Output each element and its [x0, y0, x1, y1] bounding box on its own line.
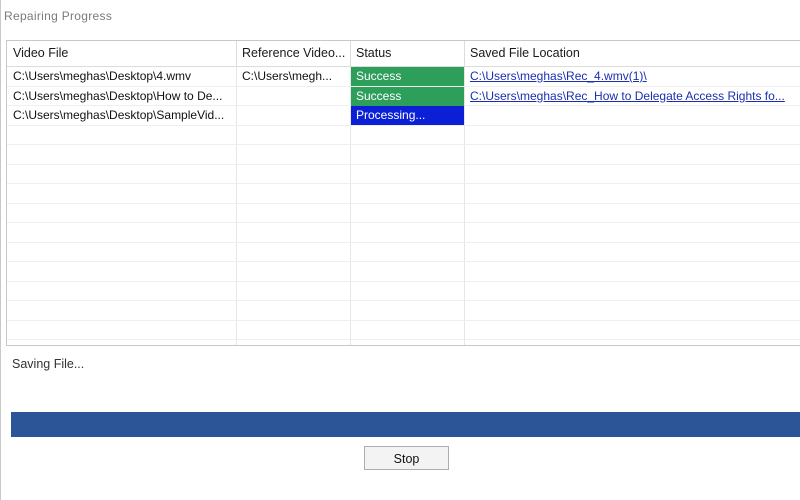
- table-body: C:\Users\meghas\Desktop\4.wmv C:\Users\me…: [7, 67, 800, 340]
- column-header-saved-location[interactable]: Saved File Location: [464, 41, 800, 66]
- progress-bar-fill: [11, 412, 800, 437]
- table-header: Video File Reference Video... Status Sav…: [7, 41, 800, 67]
- empty-table-row: [7, 321, 800, 340]
- progress-status-text: Saving File...: [12, 357, 85, 371]
- column-header-status[interactable]: Status: [350, 41, 464, 66]
- empty-table-row: [7, 301, 800, 321]
- cell-video-file: C:\Users\meghas\Desktop\How to De...: [13, 88, 223, 103]
- progress-bar: [11, 412, 800, 437]
- empty-table-row: [7, 243, 800, 262]
- table-row[interactable]: C:\Users\meghas\Desktop\4.wmv C:\Users\me…: [7, 67, 800, 87]
- column-header-reference-video[interactable]: Reference Video...: [236, 41, 350, 66]
- cell-video-file: C:\Users\meghas\Desktop\SampleVid...: [13, 108, 225, 122]
- column-header-video-file[interactable]: Video File: [7, 41, 236, 66]
- cell-reference: C:\Users\megh...: [242, 69, 333, 83]
- empty-table-row: [7, 204, 800, 223]
- window-title: Repairing Progress: [4, 9, 113, 23]
- empty-table-row: [7, 165, 800, 184]
- table-row[interactable]: C:\Users\meghas\Desktop\How to De... Succ…: [7, 86, 800, 106]
- saved-file-link[interactable]: C:\Users\meghas\Rec_4.wmv(1)\: [465, 67, 800, 86]
- stop-button[interactable]: Stop: [364, 446, 449, 470]
- empty-table-row: [7, 184, 800, 204]
- empty-table-row: [7, 126, 800, 145]
- empty-table-row: [7, 262, 800, 282]
- repair-progress-dialog: Repairing Progress Video File Reference …: [0, 0, 800, 500]
- cell-saved: [465, 106, 800, 125]
- status-badge: Processing...: [351, 106, 464, 125]
- cell-reference: [237, 87, 350, 106]
- repair-table: Video File Reference Video... Status Sav…: [6, 40, 800, 346]
- cell-reference: [237, 106, 350, 125]
- cell-video-file: C:\Users\meghas\Desktop\4.wmv: [13, 69, 192, 83]
- status-badge: Success: [351, 86, 464, 106]
- table-row[interactable]: C:\Users\meghas\Desktop\SampleVid... Proc…: [7, 106, 800, 126]
- empty-table-row: [7, 223, 800, 243]
- status-badge: Success: [351, 67, 464, 86]
- empty-table-row: [7, 282, 800, 301]
- saved-file-link[interactable]: C:\Users\meghas\Rec_How to Delegate Acce…: [465, 87, 800, 106]
- empty-table-row: [7, 145, 800, 165]
